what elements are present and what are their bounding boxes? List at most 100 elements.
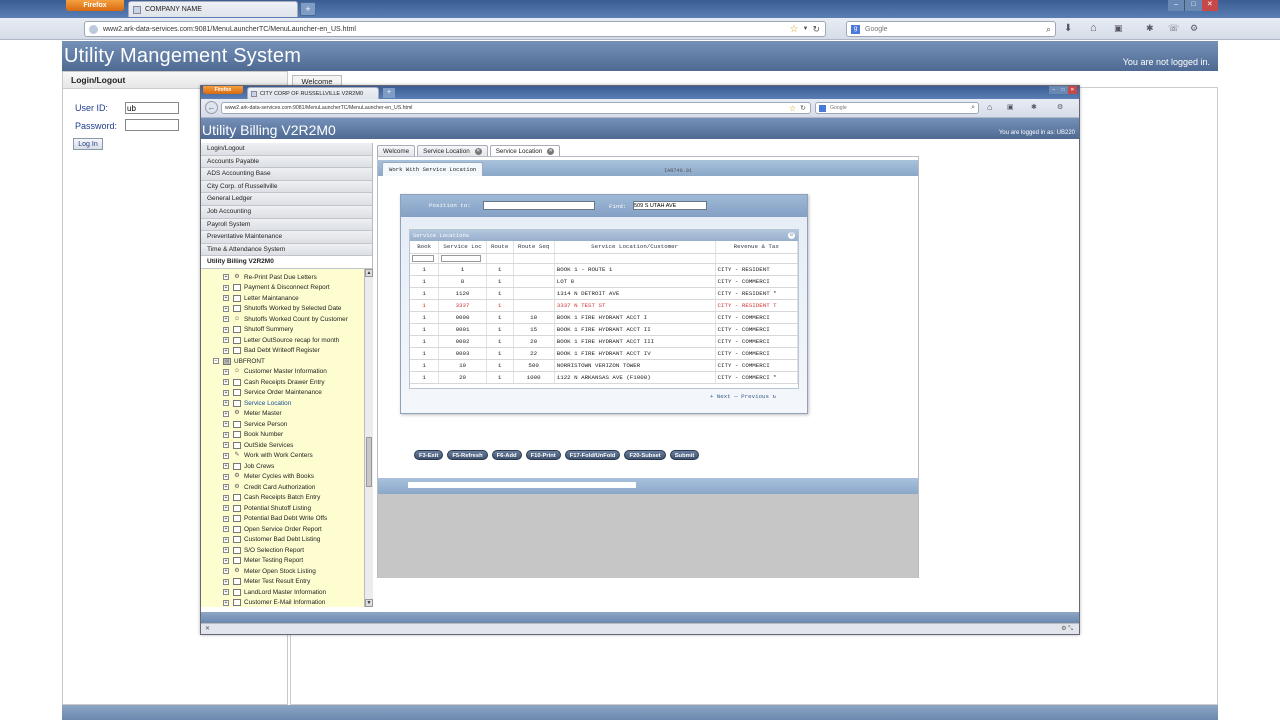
previous-link[interactable]: Previous — [741, 393, 769, 400]
tree-expand-icon[interactable]: + — [223, 494, 229, 501]
tree-item[interactable]: + Bad Debt Writeoff Register — [223, 346, 364, 357]
bookmark-star-icon[interactable]: ☆ — [790, 24, 799, 35]
tree-scrollbar[interactable]: ▲ ▼ — [364, 269, 373, 607]
outer-firefox-menu-button[interactable]: Firefox — [66, 0, 124, 11]
tree-item[interactable]: + Job Crews — [223, 461, 364, 472]
tree-expand-icon[interactable]: + — [223, 274, 229, 281]
tree-expand-icon[interactable]: + — [223, 400, 229, 407]
outer-new-tab-button[interactable]: + — [300, 2, 316, 16]
tree-expand-icon[interactable]: + — [223, 389, 229, 396]
next-link[interactable]: Next — [717, 393, 731, 400]
function-key-button[interactable]: Submit — [669, 450, 700, 460]
nav-menu-item[interactable]: Login/Logout — [201, 143, 372, 156]
tree-item[interactable]: + Shutoff Summery — [223, 325, 364, 336]
grid-collapse-icon[interactable]: ⊙ — [788, 232, 795, 239]
tree-item[interactable]: + Letter OutSource recap for month — [223, 335, 364, 346]
tree-expand-icon[interactable]: + — [223, 368, 229, 375]
service-loc-filter-input[interactable] — [441, 254, 482, 262]
outer-url-bar[interactable]: www2.ark-data-services.com:9081/MenuLaun… — [84, 21, 826, 37]
inner-close-icon[interactable]: ✕ — [1067, 86, 1077, 94]
nav-menu-item[interactable]: Preventative Maintenance — [201, 231, 372, 244]
tree-item[interactable]: + ⚙ Meter Open Stock Listing — [223, 566, 364, 577]
find-input[interactable] — [633, 201, 707, 210]
reload-icon[interactable]: ↻ — [812, 24, 820, 35]
tree-expand-icon[interactable]: + — [223, 452, 229, 459]
tree-item[interactable]: + Service Location — [223, 398, 364, 409]
tree-item[interactable]: − ▤ UBFRONT — [213, 356, 364, 367]
menu-icon[interactable]: ⚙ — [1190, 23, 1198, 34]
search-icon[interactable]: ⌕ — [1046, 24, 1051, 35]
tree-expand-icon[interactable]: + — [223, 442, 229, 449]
password-input[interactable] — [125, 119, 179, 131]
nav-menu-item[interactable]: Accounts Payable — [201, 155, 372, 169]
scroll-down-icon[interactable]: ▼ — [365, 599, 373, 607]
tree-item[interactable]: + Potential Shutoff Listing — [223, 503, 364, 514]
tree-expand-icon[interactable]: + — [223, 589, 229, 596]
inner-search-bar[interactable]: Google ⌕ — [815, 102, 979, 114]
tree-item[interactable]: + Meter Testing Report — [223, 556, 364, 567]
dropdown-arrow-icon[interactable]: ▼ — [803, 26, 809, 32]
tree-expand-icon[interactable]: + — [223, 484, 229, 491]
tree-item[interactable]: + ☺ Shutoffs Worked Count by Customer — [223, 314, 364, 325]
tree-item[interactable]: + LandLord Master Information — [223, 587, 364, 598]
work-panel-tab[interactable]: Work With Service Location — [382, 162, 484, 176]
status-close-icon[interactable]: ✕ — [205, 625, 210, 632]
inner-search-icon[interactable]: ⌕ — [971, 104, 975, 112]
inner-bookmark-star-icon[interactable]: ☆ — [789, 104, 796, 113]
tree-item[interactable]: + Customer E-Mail Information — [223, 598, 364, 608]
nav-menu-item[interactable]: ADS Accounting Base — [201, 168, 372, 181]
tree-item[interactable]: + Book Number — [223, 430, 364, 441]
table-row[interactable]: 1 9003 1 22 BOOK 1 FIRE HYDRANT ACCT IV CITY … — [410, 347, 799, 360]
tree-expand-icon[interactable]: + — [223, 337, 229, 344]
inner-minimize-icon[interactable]: – — [1049, 86, 1059, 94]
table-row[interactable]: 1 20 1 1000 1122 N ARKANSAS AVE (F1000) CITY … — [410, 371, 799, 384]
inner-home-icon[interactable]: ⌂ — [987, 102, 992, 112]
function-key-button[interactable]: F5-Refresh — [447, 450, 488, 460]
main-tab[interactable]: Service Location ✕ — [417, 145, 488, 156]
tree-expand-icon[interactable]: + — [223, 410, 229, 417]
grid-column-header[interactable]: Route Seq — [513, 241, 555, 254]
tree-item[interactable]: + ⚙ Credit Card Authorization — [223, 482, 364, 493]
tree-item[interactable]: + S/O Selection Report — [223, 545, 364, 556]
tree-expand-icon[interactable]: + — [223, 295, 229, 302]
status-addon-icon[interactable]: ⚙ ⤡ — [1061, 625, 1073, 633]
screen-icon[interactable]: ▣ — [1114, 23, 1123, 34]
tree-item[interactable]: + Shutoffs Worked by Selected Date — [223, 304, 364, 315]
nav-menu-item[interactable]: Job Accounting — [201, 205, 372, 219]
tree-expand-icon[interactable]: + — [223, 473, 229, 480]
tab-close-icon[interactable]: ✕ — [474, 147, 482, 155]
tree-item[interactable]: + ⚙ Re-Print Past Due Letters — [223, 272, 364, 283]
outer-search-bar[interactable]: g Google ⌕ — [846, 21, 1056, 37]
function-key-button[interactable]: F3-Exit — [414, 450, 444, 460]
tree-item[interactable]: + Service Person — [223, 419, 364, 430]
table-row[interactable]: 1 9001 1 15 BOOK 1 FIRE HYDRANT ACCT II CITY … — [410, 323, 799, 336]
grid-column-header[interactable]: Revenue & Tax — [715, 241, 799, 254]
close-icon[interactable]: ✕ — [1201, 0, 1218, 11]
main-tab[interactable]: Service Location ✕ — [489, 145, 561, 156]
inner-firefox-menu-button[interactable]: Firefox — [203, 86, 243, 94]
tree-item[interactable]: + Customer Bad Debt Listing — [223, 535, 364, 546]
tree-item[interactable]: + Letter Maintanance — [223, 293, 364, 304]
nav-menu-item[interactable]: Utility Billing V2R2M0 — [201, 256, 372, 269]
tree-item[interactable]: + Service Order Maintenance — [223, 388, 364, 399]
tree-expand-icon[interactable]: + — [223, 305, 229, 312]
table-row[interactable]: 1 1120 1 1314 N DETROIT AVE CITY - RESIDENT … — [410, 287, 799, 300]
tree-item[interactable]: + OutSide Services — [223, 440, 364, 451]
scroll-up-icon[interactable]: ▲ — [365, 269, 373, 277]
refresh-icon[interactable]: ↻ — [773, 393, 777, 400]
tree-item[interactable]: + Payment & Disconnect Report — [223, 283, 364, 294]
tab-close-icon[interactable]: ✕ — [547, 147, 555, 155]
inner-new-tab-button[interactable]: + — [383, 88, 395, 98]
nav-menu-item[interactable]: City Corp. of Russellville — [201, 180, 372, 194]
tree-expand-icon[interactable]: + — [223, 421, 229, 428]
table-row[interactable]: 1 9000 1 10 BOOK 1 FIRE HYDRANT ACCT I CITY -… — [410, 311, 799, 324]
tree-expand-icon[interactable]: + — [223, 326, 229, 333]
tree-expand-icon[interactable]: + — [223, 505, 229, 512]
user-id-input[interactable] — [125, 102, 179, 114]
table-row[interactable]: 1 1 1 BOOK 1 - ROUTE 1 CITY - RESIDENT — [410, 263, 799, 276]
inner-menu-icon[interactable]: ⚙ — [1057, 103, 1063, 111]
inner-screen-icon[interactable]: ▣ — [1007, 103, 1014, 111]
grid-column-header[interactable]: Service Location/Customer — [554, 241, 716, 254]
grid-column-header[interactable]: Route — [486, 241, 514, 254]
main-tab[interactable]: Welcome — [377, 145, 416, 156]
